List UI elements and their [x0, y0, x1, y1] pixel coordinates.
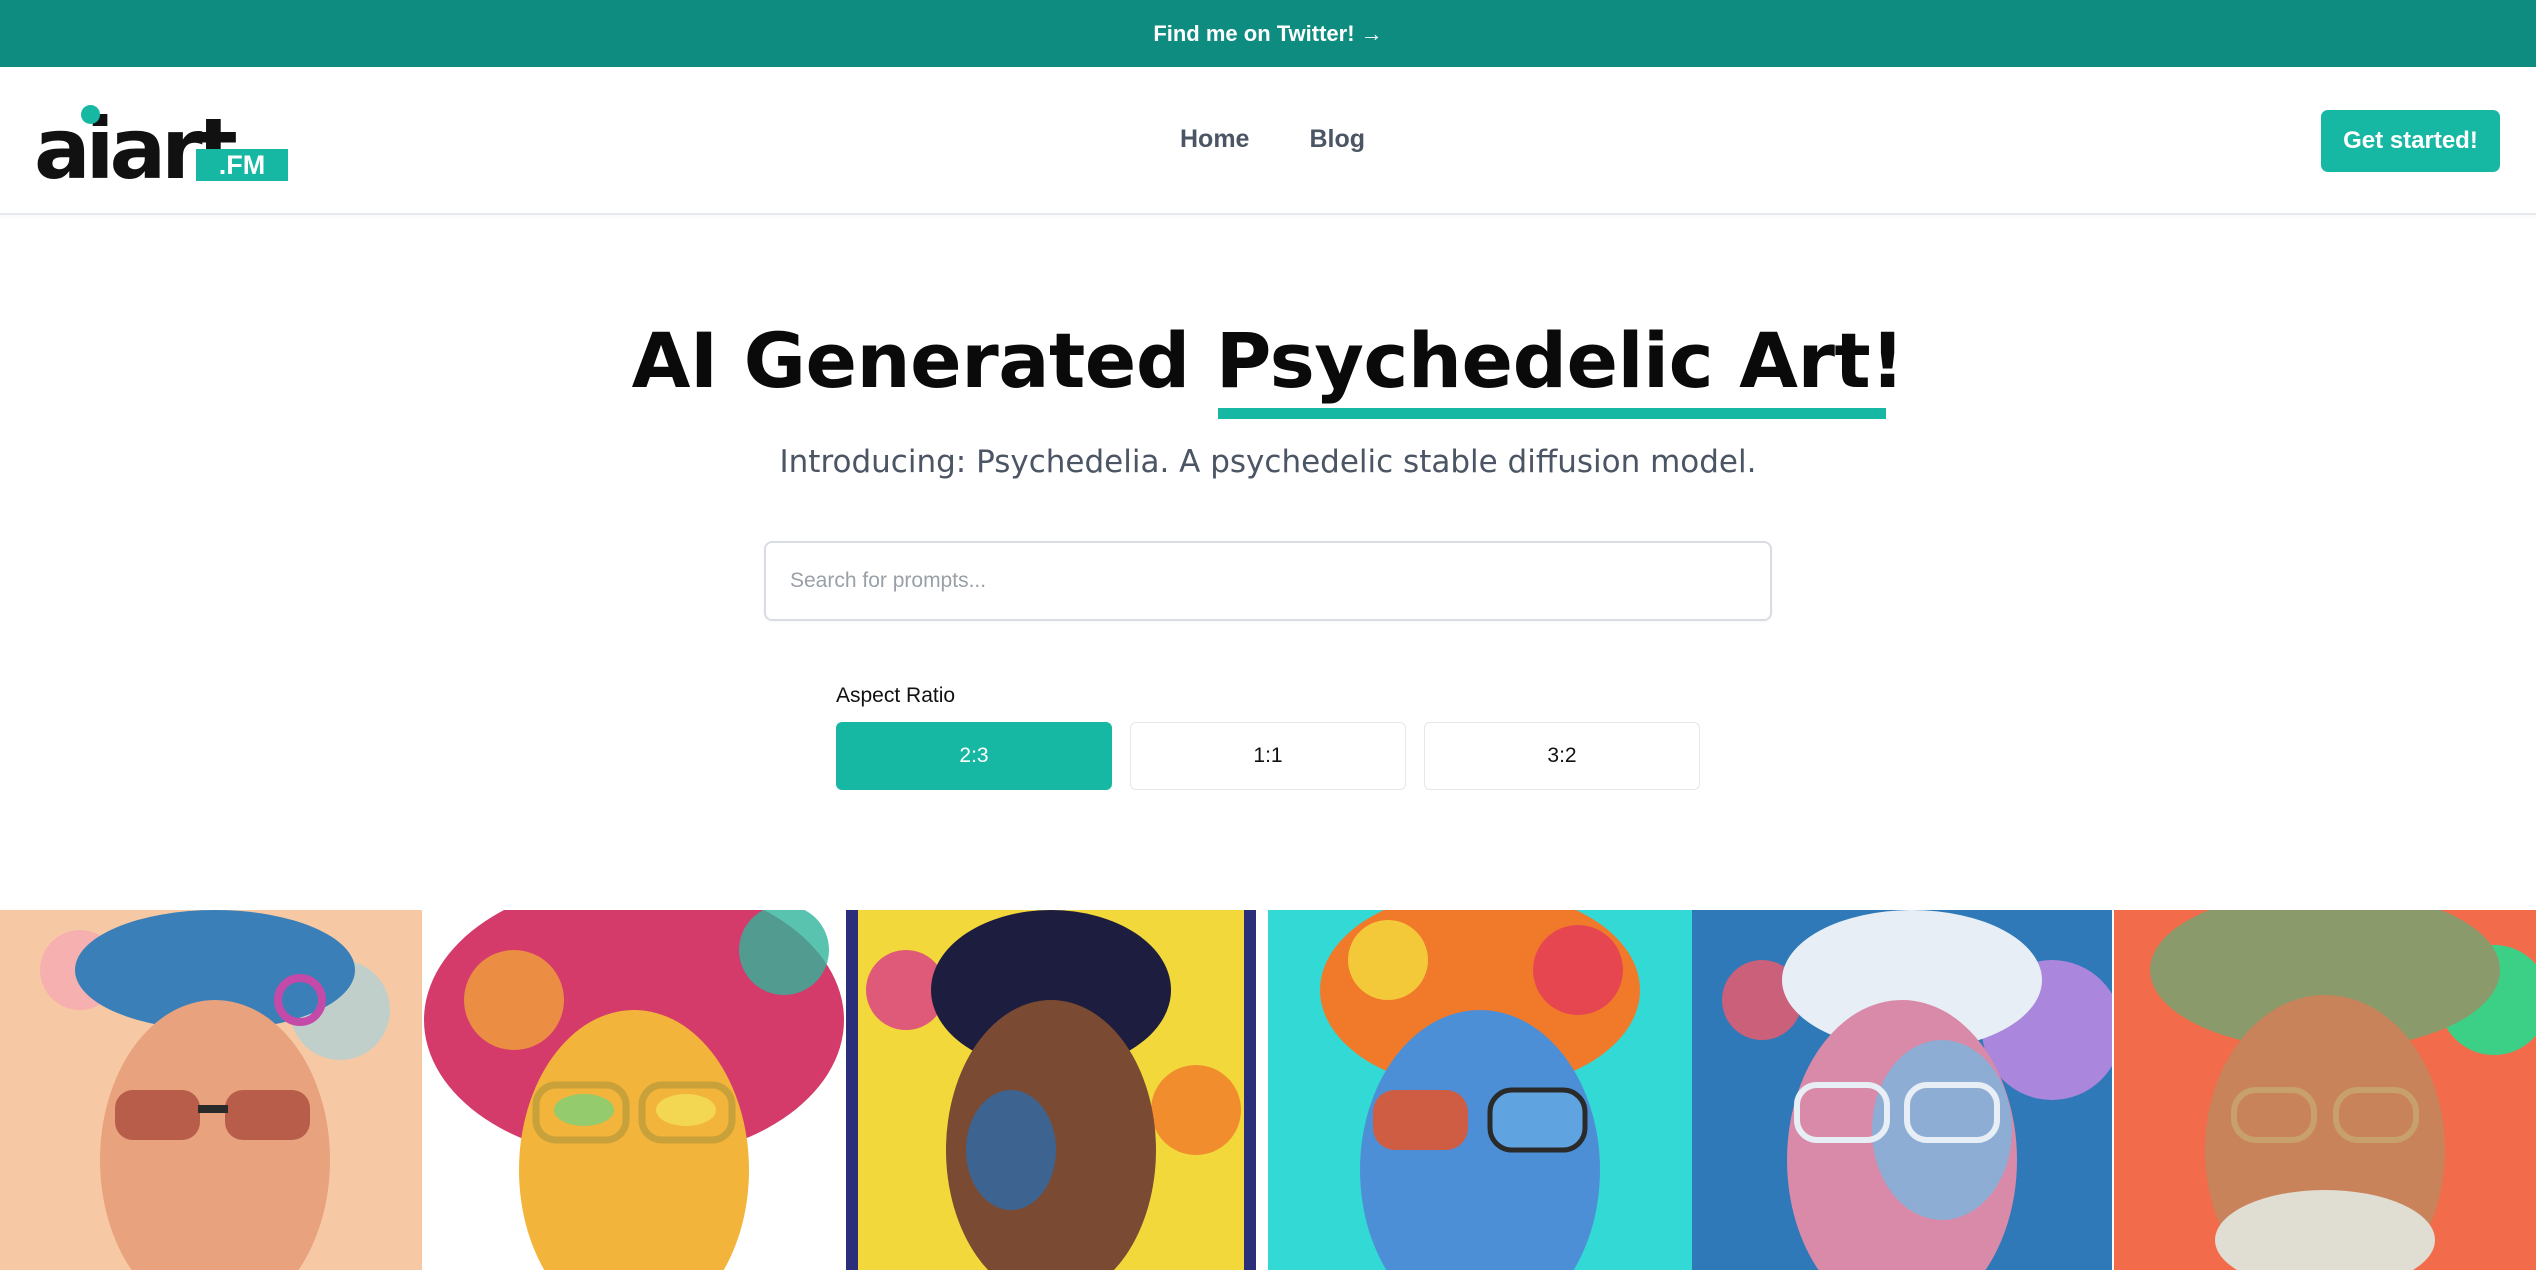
gallery-image[interactable] — [1268, 910, 1692, 1270]
twitter-link[interactable]: Find me on Twitter! → — [1153, 21, 1382, 47]
gallery-image[interactable] — [0, 910, 422, 1270]
page-subtitle: Introducing: Psychedelia. A psychedelic … — [779, 444, 1757, 480]
navbar: aiart .FM Home Blog Get started! — [0, 67, 2536, 215]
portrait-image — [1268, 910, 1692, 1270]
logo[interactable]: aiart .FM — [34, 101, 288, 191]
logo-dot — [81, 105, 100, 124]
search-input[interactable] — [764, 541, 1772, 621]
nav-blog[interactable]: Blog — [1309, 125, 1365, 154]
art-gallery — [0, 910, 2536, 1270]
title-prefix: AI Generated — [631, 316, 1216, 405]
page-title: AI Generated Psychedelic Art! — [0, 316, 2536, 419]
glasses-left — [115, 1090, 200, 1140]
announcement-bar: Find me on Twitter! → — [0, 0, 2536, 67]
get-started-button[interactable]: Get started! — [2321, 110, 2500, 172]
gallery-image[interactable] — [846, 910, 1256, 1270]
main-nav: Home Blog — [1180, 125, 1365, 154]
portrait-image — [424, 910, 844, 1270]
portrait-image — [846, 910, 1256, 1270]
aspect-ratio-options: 2:3 1:1 3:2 — [836, 722, 1700, 790]
gallery-image[interactable] — [424, 910, 844, 1270]
portrait-image — [0, 910, 422, 1270]
glasses-right — [225, 1090, 310, 1140]
aspect-ratio-label: Aspect Ratio — [836, 684, 956, 707]
aspect-ratio-1-1-button[interactable]: 1:1 — [1130, 722, 1406, 790]
logo-suffix: .FM — [196, 149, 288, 181]
nav-home[interactable]: Home — [1180, 125, 1249, 154]
aspect-ratio-3-2-button[interactable]: 3:2 — [1424, 722, 1700, 790]
face-paint — [966, 1090, 1056, 1210]
aspect-ratio-2-3-button[interactable]: 2:3 — [836, 722, 1112, 790]
glasses-left — [1373, 1090, 1468, 1150]
portrait-image — [1692, 910, 2112, 1270]
gallery-image[interactable] — [1692, 910, 2112, 1270]
gallery-image[interactable] — [2114, 910, 2536, 1270]
title-highlight: Psychedelic Art! — [1215, 316, 1905, 419]
portrait-image — [2114, 910, 2536, 1270]
